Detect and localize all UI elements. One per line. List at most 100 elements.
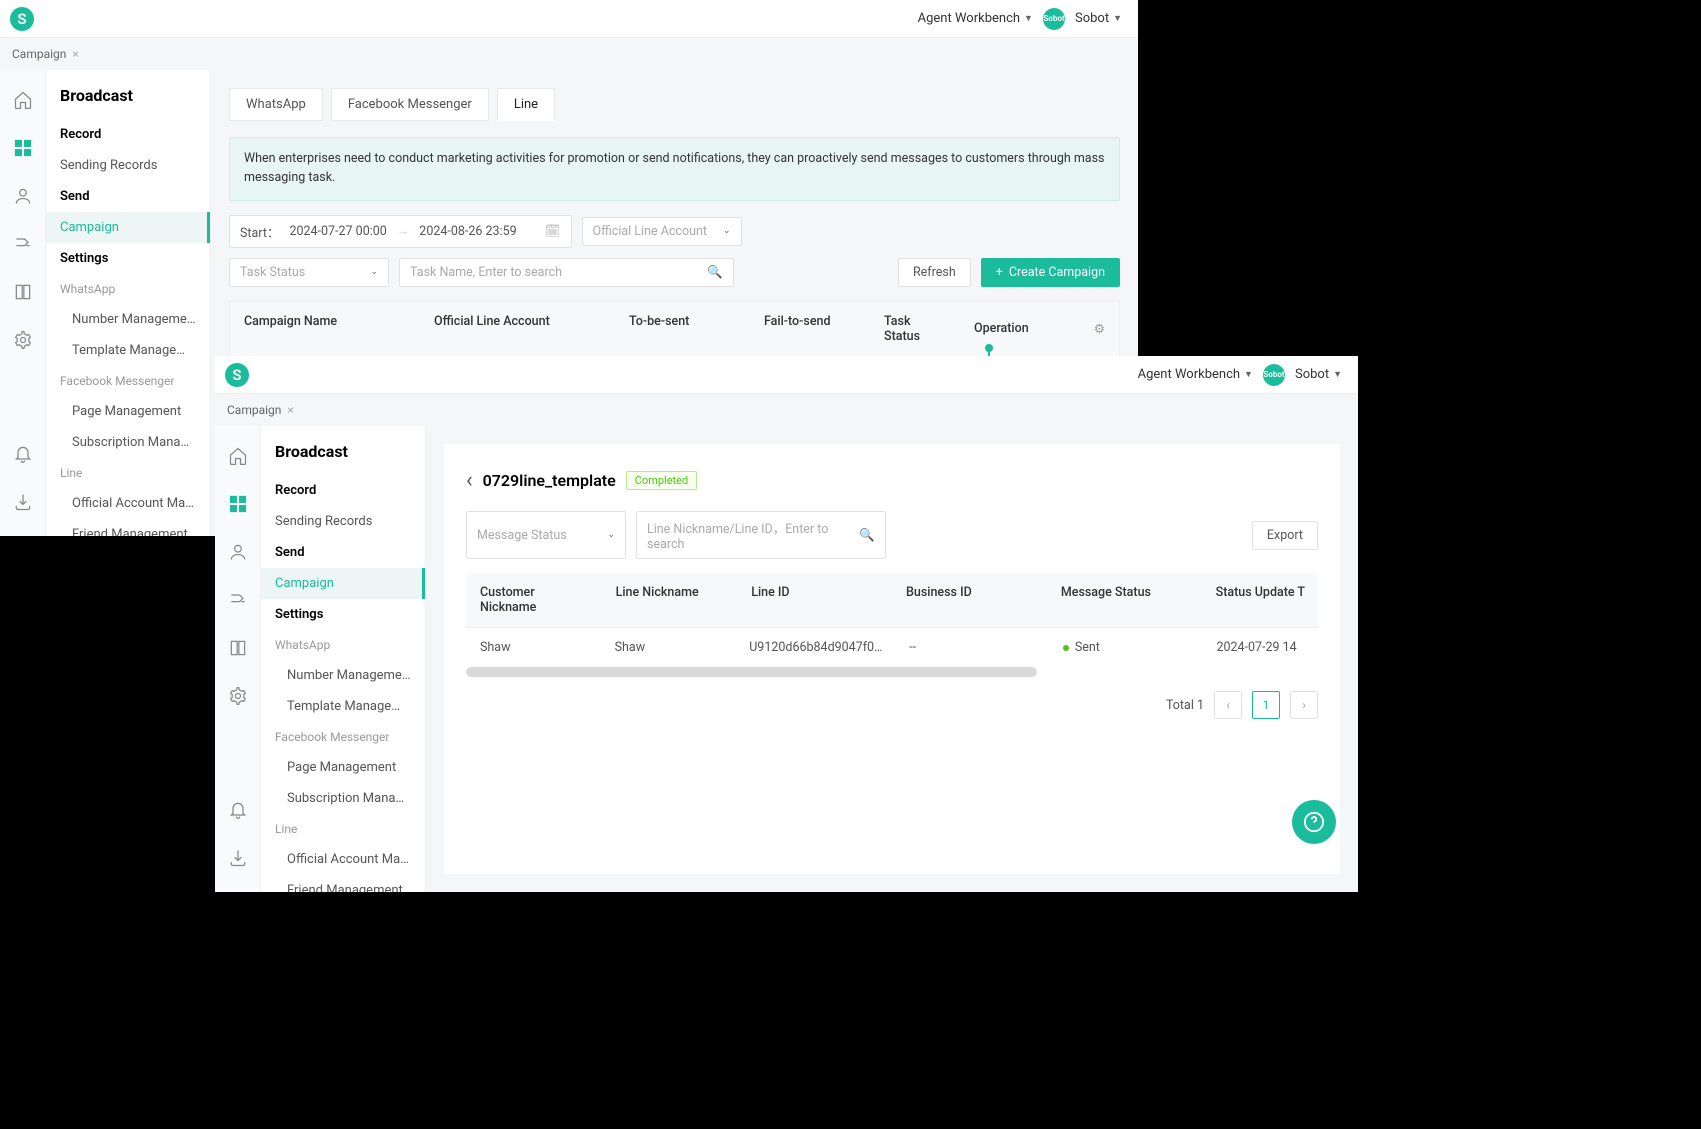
- arrow-right-icon: →: [397, 224, 410, 239]
- account-select[interactable]: Official Line Account ⌄: [582, 217, 742, 246]
- user-menu[interactable]: Sobot ▼: [1295, 367, 1342, 382]
- create-campaign-button[interactable]: + Create Campaign: [981, 258, 1120, 287]
- th-account: Official Line Account: [420, 302, 615, 356]
- close-icon[interactable]: ×: [72, 47, 78, 61]
- caret-down-icon: ▼: [1244, 369, 1253, 380]
- record-heading: Record: [46, 119, 210, 150]
- app-logo: S: [10, 7, 34, 31]
- sidebar-item-friend-mgmt[interactable]: Friend Management: [261, 875, 425, 892]
- th-message-status: Message Status: [1047, 573, 1202, 627]
- close-icon[interactable]: ×: [287, 403, 293, 417]
- detail-header: ‹ 0729line_template Completed: [466, 462, 1318, 511]
- sidebar-item-sub-mgmt[interactable]: Subscription Manage…: [261, 783, 425, 814]
- scrollbar-thumb[interactable]: [466, 667, 1037, 677]
- next-page-button[interactable]: ›: [1290, 691, 1318, 719]
- table-row: Shaw Shaw U9120d66b84d9047f0… -- Sent 20…: [466, 627, 1318, 667]
- top-bar: S Agent Workbench ▼ Sobot Sobot ▼: [215, 356, 1358, 394]
- window-tab[interactable]: Campaign: [227, 403, 281, 417]
- download-icon[interactable]: [13, 492, 33, 512]
- sidebar-item-sending-records[interactable]: Sending Records: [261, 506, 425, 537]
- export-button[interactable]: Export: [1252, 521, 1318, 550]
- tab-fb[interactable]: Facebook Messenger: [331, 88, 489, 121]
- gear-icon[interactable]: ⚙: [1094, 321, 1105, 337]
- th-operation: Operation ⚙: [960, 302, 1119, 356]
- task-search-input[interactable]: Task Name, Enter to search 🔍: [399, 258, 734, 287]
- prev-page-button[interactable]: ‹: [1214, 691, 1242, 719]
- end-date: 2024-08-26 23:59: [419, 224, 516, 239]
- book-icon[interactable]: [13, 282, 33, 302]
- workbench-label: Agent Workbench: [1138, 367, 1240, 382]
- bell-icon[interactable]: [228, 800, 248, 820]
- sidebar-item-campaign[interactable]: Campaign: [261, 568, 425, 599]
- create-label: Create Campaign: [1009, 265, 1105, 280]
- tab-line[interactable]: Line: [497, 88, 555, 121]
- download-icon[interactable]: [228, 848, 248, 868]
- sidebar-item-template-mgmt[interactable]: Template Management: [261, 691, 425, 722]
- home-icon[interactable]: [13, 90, 33, 110]
- help-button[interactable]: [1292, 800, 1336, 844]
- th-tobesent: To-be-sent: [615, 302, 750, 356]
- side-panel-title: Broadcast: [46, 86, 210, 119]
- refresh-button[interactable]: Refresh: [898, 258, 971, 287]
- workbench-switcher[interactable]: Agent Workbench ▼: [1138, 367, 1253, 382]
- account-placeholder: Official Line Account: [593, 224, 707, 239]
- person-icon[interactable]: [228, 542, 248, 562]
- question-icon: [1303, 811, 1325, 833]
- window-tab[interactable]: Campaign: [12, 47, 66, 61]
- sidebar-item-number-mgmt[interactable]: Number Management: [261, 660, 425, 691]
- flow-icon[interactable]: [13, 234, 33, 254]
- start-label: Start：: [240, 222, 279, 241]
- task-status-select[interactable]: Task Status ⌄: [229, 258, 389, 287]
- window-tab-strip: Campaign ×: [0, 38, 1138, 70]
- status-placeholder: Task Status: [240, 265, 305, 280]
- th-business-id: Business ID: [892, 573, 1047, 627]
- settings-icon[interactable]: [13, 330, 33, 350]
- nav-rail: [0, 70, 46, 536]
- msg-status-placeholder: Message Status: [477, 528, 567, 543]
- sidebar-cat-whatsapp: WhatsApp: [46, 274, 210, 304]
- cell-bid: --: [895, 628, 1049, 667]
- bell-icon[interactable]: [13, 444, 33, 464]
- sidebar-item-campaign[interactable]: Campaign: [46, 212, 210, 243]
- ms-text: Sent: [1075, 640, 1100, 655]
- sidebar-item-official-mgmt[interactable]: Official Account Man…: [261, 844, 425, 875]
- apps-icon[interactable]: [13, 138, 33, 158]
- workbench-switcher[interactable]: Agent Workbench ▼: [918, 11, 1033, 26]
- workbench-label: Agent Workbench: [918, 11, 1020, 26]
- apps-icon[interactable]: [228, 494, 248, 514]
- th-line-nickname: Line Nickname: [602, 573, 738, 627]
- sidebar-item-official-mgmt[interactable]: Official Account Man…: [46, 488, 210, 519]
- date-range-input[interactable]: Start： 2024-07-27 00:00 → 2024-08-26 23:…: [229, 215, 572, 248]
- home-icon[interactable]: [228, 446, 248, 466]
- app-logo: S: [225, 363, 249, 387]
- sidebar-cat-whatsapp: WhatsApp: [261, 630, 425, 660]
- flow-icon[interactable]: [228, 590, 248, 610]
- horizontal-scrollbar[interactable]: [466, 667, 1318, 677]
- th-customer-nickname: Customer Nickname: [466, 573, 602, 627]
- sidebar-item-number-mgmt[interactable]: Number Management: [46, 304, 210, 335]
- sidebar-item-sub-mgmt[interactable]: Subscription Manage…: [46, 427, 210, 458]
- settings-icon[interactable]: [228, 686, 248, 706]
- message-status-select[interactable]: Message Status ⌄: [466, 511, 626, 559]
- sidebar-item-sending-records[interactable]: Sending Records: [46, 150, 210, 181]
- back-icon[interactable]: ‹: [466, 468, 473, 493]
- cell-ts: 2024-07-29 14: [1202, 628, 1318, 667]
- status-dot-icon: [1063, 645, 1069, 651]
- nav-rail: [215, 426, 261, 892]
- line-search-input[interactable]: Line Nickname/Line ID，Enter to search 🔍: [636, 511, 886, 559]
- tab-whatsapp[interactable]: WhatsApp: [229, 88, 323, 121]
- settings-heading: Settings: [46, 243, 210, 274]
- top-bar: S Agent Workbench ▼ Sobot Sobot ▼: [0, 0, 1138, 38]
- sidebar-item-page-mgmt[interactable]: Page Management: [261, 752, 425, 783]
- pagination: Total 1 ‹ 1 ›: [466, 691, 1318, 719]
- sidebar-item-friend-mgmt[interactable]: Friend Management: [46, 519, 210, 536]
- channel-tabs: WhatsApp Facebook Messenger Line: [229, 88, 1120, 121]
- person-icon[interactable]: [13, 186, 33, 206]
- page-1-button[interactable]: 1: [1252, 691, 1280, 719]
- send-heading: Send: [46, 181, 210, 212]
- user-menu[interactable]: Sobot ▼: [1075, 11, 1122, 26]
- sidebar-item-page-mgmt[interactable]: Page Management: [46, 396, 210, 427]
- book-icon[interactable]: [228, 638, 248, 658]
- brand-badge-icon: Sobot: [1043, 8, 1065, 30]
- sidebar-item-template-mgmt[interactable]: Template Management: [46, 335, 210, 366]
